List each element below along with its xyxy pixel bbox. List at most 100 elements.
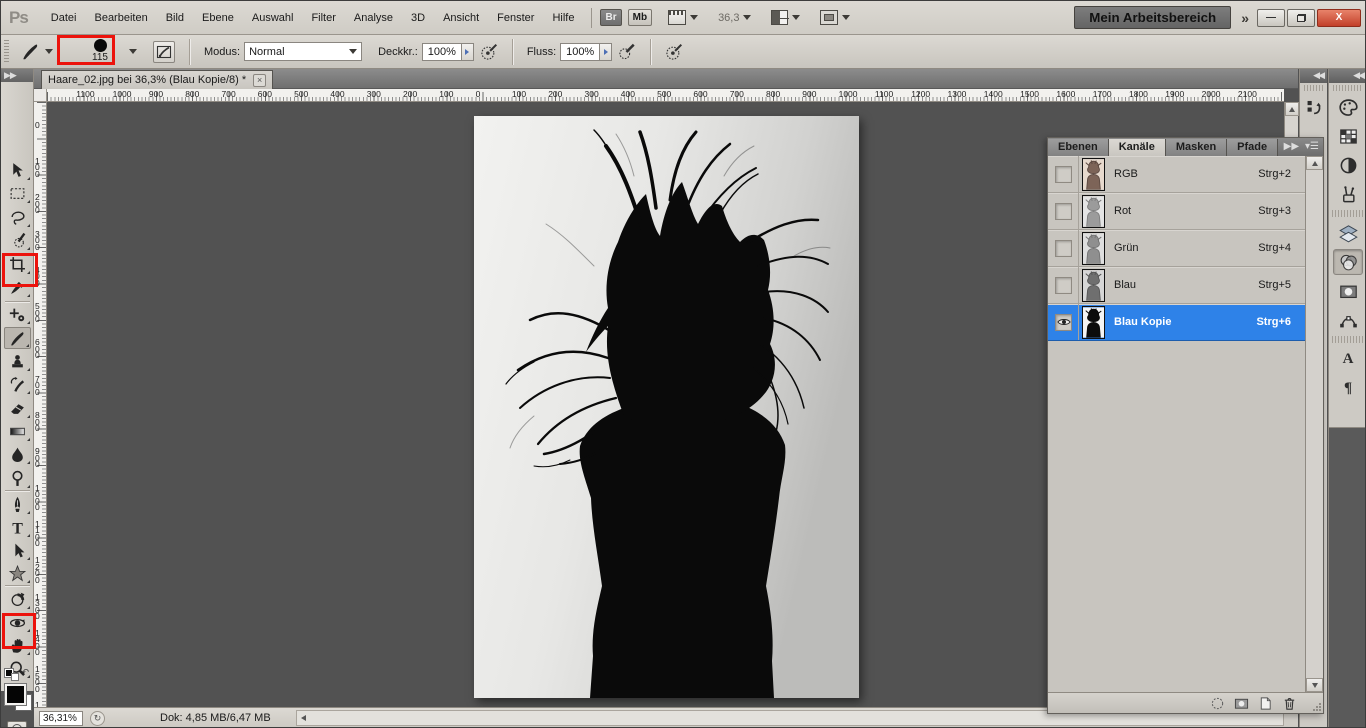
menu-ansicht[interactable]: Ansicht	[434, 8, 488, 28]
channel-row-gruen[interactable]: Grün Strg+4	[1048, 230, 1305, 267]
view-extras-icon[interactable]	[668, 10, 686, 25]
drag-grip[interactable]	[1304, 85, 1323, 91]
eraser-tool[interactable]	[4, 397, 31, 419]
channel-row-rgb[interactable]: RGB Strg+2	[1048, 156, 1305, 193]
quick-mask-button[interactable]	[7, 721, 27, 728]
panel-collapse-icon[interactable]: ▶▶	[1284, 141, 1299, 152]
clone-stamp-tool[interactable]	[4, 350, 31, 372]
menu-fenster[interactable]: Fenster	[488, 8, 543, 28]
marquee-tool[interactable]	[4, 182, 31, 204]
swap-colors-icon[interactable]: ↶	[21, 667, 29, 678]
paragraph-panel-icon[interactable]: ¶	[1333, 375, 1363, 401]
quick-selection-tool[interactable]	[4, 229, 31, 251]
visibility-toggle[interactable]	[1055, 314, 1072, 331]
launch-mobile-bridge-button[interactable]: Mb	[628, 9, 652, 26]
restore-button[interactable]	[1287, 9, 1315, 27]
status-sync-icon[interactable]: ↻	[90, 711, 105, 726]
brush-tool-preset-icon[interactable]	[19, 41, 41, 63]
new-channel-icon[interactable]	[1258, 696, 1273, 711]
visibility-toggle[interactable]	[1055, 240, 1072, 257]
channel-row-blau-kopie[interactable]: Blau Kopie Strg+6	[1048, 304, 1305, 341]
menu-ebene[interactable]: Ebene	[193, 8, 243, 28]
tab-close-icon[interactable]: ×	[253, 74, 266, 87]
blur-tool[interactable]	[4, 443, 31, 465]
drag-grip[interactable]	[1333, 85, 1363, 91]
load-channel-as-selection-icon[interactable]	[1210, 696, 1225, 711]
healing-tool[interactable]	[4, 303, 31, 325]
workspace-overflow-chevrons[interactable]: »	[1241, 10, 1247, 26]
channels-panel-icon[interactable]	[1333, 249, 1363, 275]
lasso-tool[interactable]	[4, 206, 31, 228]
chevron-down-icon[interactable]	[792, 15, 800, 20]
3d-rotate-tool[interactable]	[4, 588, 31, 610]
airbrush-toggle-icon[interactable]	[616, 41, 638, 63]
color-panel-icon[interactable]	[1333, 94, 1363, 120]
dock-collapse-header[interactable]: ◀◀	[1329, 69, 1366, 83]
chevron-down-icon[interactable]	[129, 49, 137, 54]
pen-tool[interactable]	[4, 493, 31, 515]
path-selection-tool[interactable]	[4, 539, 31, 561]
horizontal-ruler[interactable]: 1100100090080070060050040030020010001002…	[47, 89, 1284, 102]
ruler-corner[interactable]	[34, 89, 47, 102]
paths-panel-icon[interactable]	[1333, 307, 1363, 333]
zoom-level-value[interactable]: 36,3	[718, 12, 739, 24]
brush-tool[interactable]	[4, 327, 31, 349]
panel-menu-icon[interactable]: ▾☰	[1305, 141, 1319, 152]
tab-ebenen[interactable]: Ebenen	[1048, 139, 1109, 156]
chevron-down-icon[interactable]	[743, 15, 751, 20]
menu-bearbeiten[interactable]: Bearbeiten	[85, 8, 156, 28]
status-zoom-input[interactable]: 36,31%	[39, 711, 83, 726]
tab-pfade[interactable]: Pfade	[1227, 139, 1278, 156]
tablet-opacity-icon[interactable]	[478, 41, 500, 63]
close-button[interactable]: X	[1317, 9, 1361, 27]
arrange-documents-icon[interactable]	[771, 10, 788, 25]
tablet-size-icon[interactable]	[663, 41, 685, 63]
toggle-brushes-panel-button[interactable]	[153, 41, 175, 63]
scroll-up-button[interactable]	[1306, 156, 1323, 170]
screen-mode-icon[interactable]	[820, 10, 838, 25]
workspace-button[interactable]: Mein Arbeitsbereich	[1074, 6, 1231, 29]
scroll-down-button[interactable]	[1306, 678, 1323, 692]
drag-grip[interactable]	[4, 40, 9, 64]
history-panel-icon[interactable]	[1302, 94, 1326, 120]
menu-3d[interactable]: 3D	[402, 8, 434, 28]
menu-analyse[interactable]: Analyse	[345, 8, 402, 28]
minimize-button[interactable]: —	[1257, 9, 1285, 27]
save-selection-as-channel-icon[interactable]	[1234, 696, 1249, 711]
scroll-left-icon[interactable]	[301, 715, 306, 721]
type-tool[interactable]	[4, 516, 31, 538]
brush-presets-panel-icon[interactable]	[1333, 181, 1363, 207]
opacity-slider-button[interactable]	[462, 43, 474, 61]
panel-scrollbar[interactable]	[1306, 156, 1323, 692]
flow-slider-button[interactable]	[600, 43, 612, 61]
character-panel-icon[interactable]: A	[1333, 346, 1363, 372]
blend-mode-dropdown[interactable]: Normal	[244, 42, 362, 61]
launch-bridge-button[interactable]: Br	[600, 9, 621, 26]
history-brush-tool[interactable]	[4, 373, 31, 395]
document-image[interactable]	[474, 116, 859, 698]
channel-row-blau[interactable]: Blau Strg+5	[1048, 267, 1305, 304]
dock-collapse-header[interactable]: ◀◀	[1300, 69, 1327, 83]
default-colors-mini[interactable]: ↶	[5, 669, 29, 681]
layers-panel-icon[interactable]	[1333, 220, 1363, 246]
masks-panel-icon[interactable]	[1333, 278, 1363, 304]
chevron-down-icon[interactable]	[45, 49, 53, 54]
move-tool[interactable]	[4, 159, 31, 181]
resize-grip[interactable]	[1312, 702, 1322, 712]
dodge-tool[interactable]	[4, 467, 31, 489]
foreground-color-swatch[interactable]	[5, 684, 26, 705]
gradient-tool[interactable]	[4, 420, 31, 442]
adjustments-panel-icon[interactable]	[1333, 152, 1363, 178]
visibility-toggle[interactable]	[1055, 166, 1072, 183]
tab-masken[interactable]: Masken	[1166, 139, 1227, 156]
menu-bild[interactable]: Bild	[157, 8, 193, 28]
visibility-toggle[interactable]	[1055, 277, 1072, 294]
tab-kanaele[interactable]: Kanäle	[1109, 139, 1166, 156]
tools-panel-header[interactable]: ▶▶	[1, 69, 33, 82]
menu-auswahl[interactable]: Auswahl	[243, 8, 303, 28]
swatches-panel-icon[interactable]	[1333, 123, 1363, 149]
document-tab[interactable]: Haare_02.jpg bei 36,3% (Blau Kopie/8) * …	[41, 70, 273, 89]
menu-hilfe[interactable]: Hilfe	[543, 8, 583, 28]
channel-row-rot[interactable]: Rot Strg+3	[1048, 193, 1305, 230]
chevron-down-icon[interactable]	[842, 15, 850, 20]
